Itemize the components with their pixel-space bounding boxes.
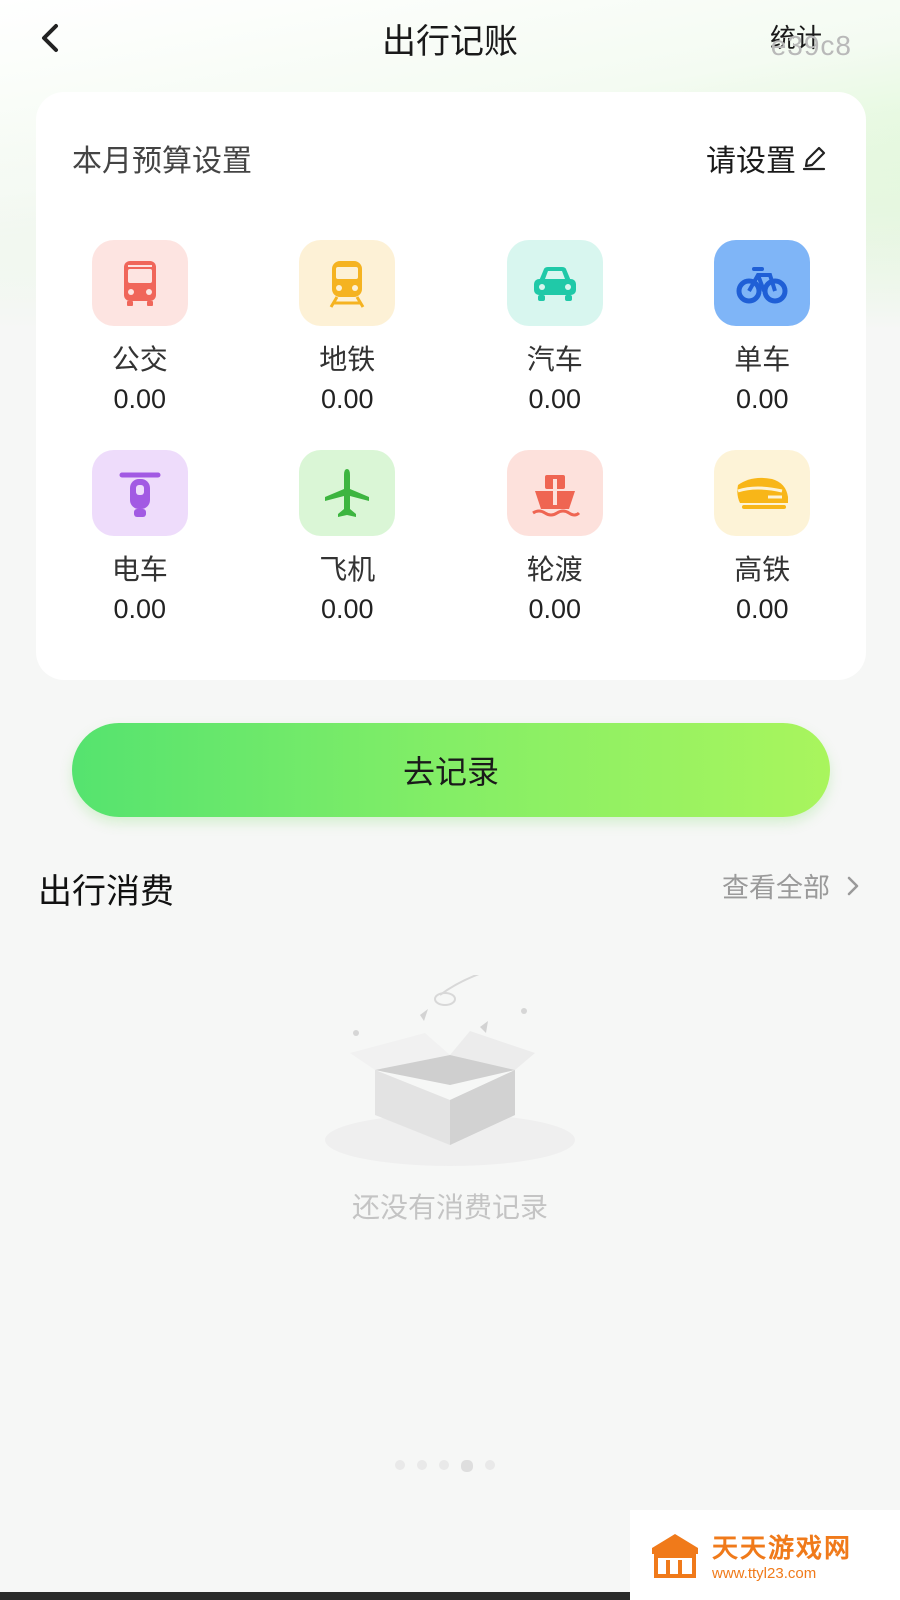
chevron-right-icon (847, 876, 859, 895)
category-label: 飞机 (319, 553, 376, 586)
category-value: 0.00 (113, 384, 167, 414)
category-label: 高铁 (734, 553, 791, 586)
site-watermark: 天天游戏网 www.ttyl23.com (630, 1510, 900, 1600)
category-scooter[interactable]: 电车 0.00 (36, 450, 244, 660)
page-dot (395, 1460, 405, 1470)
scooter-icon (91, 450, 188, 536)
page-dot (439, 1460, 449, 1470)
category-bicycle[interactable]: 单车 0.00 (659, 240, 867, 450)
category-car[interactable]: 汽车 0.00 (451, 240, 659, 450)
category-subway[interactable]: 地铁 0.00 (244, 240, 452, 450)
category-airplane[interactable]: 飞机 0.00 (244, 450, 452, 660)
category-label: 单车 (734, 343, 791, 376)
view-all-link[interactable]: 查看全部 (722, 866, 866, 905)
section-title: 出行消费 (38, 872, 174, 912)
page-title: 出行记账 (382, 22, 518, 62)
category-value: 0.00 (528, 384, 582, 414)
budget-set-label: 请设置 (706, 144, 796, 179)
airplane-icon (299, 450, 396, 536)
category-value: 0.00 (528, 594, 582, 624)
high-speed-train-icon (714, 450, 811, 536)
bottom-edge (0, 1592, 630, 1600)
page-dot-active (461, 1460, 473, 1472)
watermark-name: 天天游戏网 (712, 1534, 853, 1564)
category-value: 0.00 (320, 594, 374, 624)
category-label: 轮渡 (526, 553, 583, 586)
overlay-code: e39c8 (770, 30, 852, 61)
page-dot (417, 1460, 427, 1470)
category-label: 汽车 (526, 343, 583, 376)
empty-state-text: 还没有消费记录 (351, 1191, 548, 1224)
bus-icon (91, 240, 188, 326)
watermark-url: www.ttyl23.com (712, 1565, 817, 1582)
category-value: 0.00 (735, 594, 789, 624)
category-value: 0.00 (735, 384, 789, 414)
go-record-button[interactable]: 去记录 (72, 723, 830, 817)
bicycle-icon (714, 240, 811, 326)
car-icon (506, 240, 603, 326)
budget-card: 本月预算设置 请设置 公交 0.00 地铁 0.00 汽车 0.00 单车 0.… (36, 92, 866, 680)
category-label: 电车 (111, 553, 168, 586)
subway-icon (299, 240, 396, 326)
top-bar: 出行记账 统计 e39c8 (0, 0, 900, 80)
category-label: 公交 (111, 343, 168, 376)
page-indicator (395, 1460, 495, 1472)
budget-label: 本月预算设置 (72, 144, 252, 179)
edit-icon (802, 146, 826, 171)
view-all-label: 查看全部 (722, 873, 830, 904)
budget-set-button[interactable]: 请设置 (706, 136, 828, 180)
empty-box-illustration (325, 975, 575, 1166)
category-high-speed-train[interactable]: 高铁 0.00 (659, 450, 867, 660)
transport-category-grid: 公交 0.00 地铁 0.00 汽车 0.00 单车 0.00 电车 0.00 … (36, 240, 866, 660)
page-dot (485, 1460, 495, 1470)
category-bus[interactable]: 公交 0.00 (36, 240, 244, 450)
category-label: 地铁 (319, 343, 376, 376)
category-ferry[interactable]: 轮渡 0.00 (451, 450, 659, 660)
watermark-logo-icon (652, 1534, 698, 1578)
category-value: 0.00 (320, 384, 374, 414)
ferry-icon (506, 450, 603, 536)
category-value: 0.00 (113, 594, 167, 624)
